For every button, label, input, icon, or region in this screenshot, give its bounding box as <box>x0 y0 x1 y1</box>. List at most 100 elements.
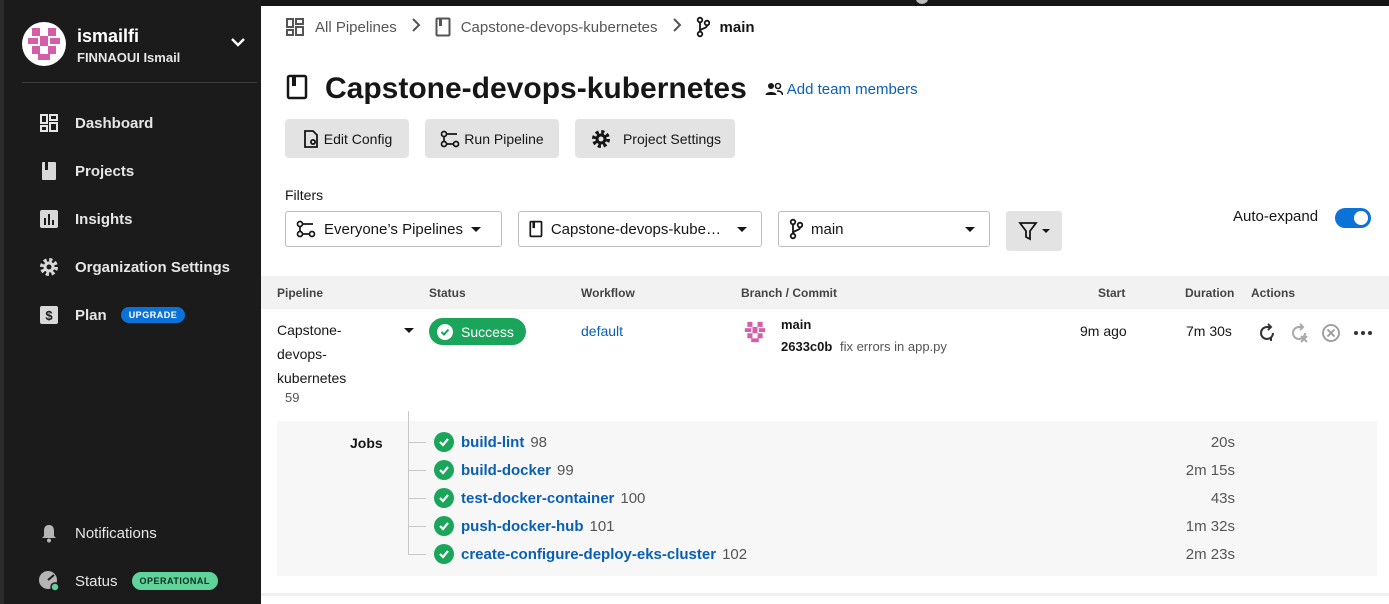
job-link[interactable]: build-lint 98 <box>461 434 547 451</box>
run-pipeline-label: Run Pipeline <box>464 130 544 147</box>
branch-icon <box>789 218 803 240</box>
sidebar-item-status[interactable]: Status OPERATIONAL <box>38 567 258 595</box>
top-strip-dot <box>916 0 928 4</box>
sidebar-item-insights[interactable]: Insights <box>38 205 258 233</box>
job-row: push-docker-hub 101 1m 32s <box>408 516 1238 536</box>
success-check-icon <box>434 432 454 452</box>
job-name: build-docker <box>461 462 552 479</box>
breadcrumb-project[interactable]: Capstone-devops-kubernetes <box>461 19 658 36</box>
success-check-icon <box>434 488 454 508</box>
sidebar-item-notifications[interactable]: Notifications <box>38 519 258 547</box>
sidebar-item-label: Plan <box>75 306 107 324</box>
caret-down-icon <box>965 227 975 232</box>
operational-badge[interactable]: OPERATIONAL <box>131 572 218 590</box>
pipeline-duration: 7m 30s <box>1186 323 1232 339</box>
page-header: Capstone-devops-kubernetes Add team memb… <box>285 72 918 106</box>
pipeline-name[interactable]: Capstone- devops- kubernetes <box>277 318 346 390</box>
project-icon <box>285 73 309 106</box>
more-options-icon[interactable] <box>1352 322 1374 344</box>
chevron-down-icon[interactable] <box>228 32 248 52</box>
bell-icon <box>38 522 60 544</box>
sidebar-item-organization-settings[interactable]: Organization Settings <box>38 253 258 281</box>
commit-message: fix errors in app.py <box>839 339 947 354</box>
add-team-members-link[interactable]: Add team members <box>765 81 918 98</box>
file-gear-icon <box>303 129 318 148</box>
job-row: build-docker 99 2m 15s <box>408 460 1238 480</box>
user-switcher[interactable]: ismailfi FINNAOUI Ismail <box>22 22 256 74</box>
job-number: 99 <box>557 462 574 479</box>
tree-connector <box>408 554 426 555</box>
status-label: Success <box>461 323 514 340</box>
job-row: create-configure-deploy-eks-cluster 102 2… <box>408 544 1238 564</box>
rerun-failed-icon[interactable] <box>1288 322 1310 344</box>
job-number: 102 <box>722 546 748 563</box>
dollar-icon: $ <box>38 304 60 326</box>
pipelines-filter-value: Everyone’s Pipelines <box>324 220 463 238</box>
breadcrumb-all-pipelines[interactable]: All Pipelines <box>315 19 397 36</box>
sidebar-item-label: Insights <box>75 210 133 228</box>
job-number: 100 <box>620 490 646 507</box>
col-actions: Actions <box>1251 286 1296 300</box>
pipelines-filter-select[interactable]: Everyone’s Pipelines <box>285 211 502 247</box>
upgrade-badge[interactable]: UPGRADE <box>120 307 186 323</box>
col-duration: Duration <box>1185 286 1235 300</box>
job-number: 98 <box>530 434 547 451</box>
project-settings-button[interactable]: Project Settings <box>575 119 735 158</box>
pipelines-table-header: Pipeline Status Workflow Branch / Commit… <box>261 276 1389 309</box>
jobs-label: Jobs <box>350 435 383 451</box>
project-filter-select[interactable]: Capstone-devops-kubernetes <box>518 211 762 247</box>
funnel-icon <box>1018 222 1038 241</box>
sidebar-item-dashboard[interactable]: Dashboard <box>38 109 258 137</box>
username: ismailfi <box>77 26 140 46</box>
job-name: create-configure-deploy-eks-cluster <box>461 546 717 563</box>
project-filter-value: Capstone-devops-kubernetes <box>550 220 721 238</box>
sidebar-divider <box>22 82 257 83</box>
avatar <box>22 22 66 66</box>
run-pipeline-button[interactable]: Run Pipeline <box>425 119 559 158</box>
job-link[interactable]: test-docker-container 100 <box>461 490 645 507</box>
sidebar-item-plan[interactable]: $ Plan UPGRADE <box>38 301 258 329</box>
job-link[interactable]: push-docker-hub 101 <box>461 518 615 535</box>
col-workflow: Workflow <box>581 286 635 300</box>
chevron-right-icon <box>672 18 682 36</box>
projects-icon <box>38 160 60 182</box>
success-check-icon <box>434 516 454 536</box>
commit-hash[interactable]: 2633c0b <box>781 339 832 354</box>
branch-name: main <box>781 317 812 332</box>
tree-connector <box>408 498 426 499</box>
auto-expand-toggle[interactable] <box>1335 208 1371 228</box>
pipelines-icon <box>285 17 305 37</box>
people-icon <box>765 82 783 96</box>
sidebar-item-projects[interactable]: Projects <box>38 157 258 185</box>
job-name: test-docker-container <box>461 490 615 507</box>
workflow-link[interactable]: default <box>581 323 623 339</box>
job-row: test-docker-container 100 43s <box>408 488 1238 508</box>
status-badge[interactable]: Success <box>429 318 526 345</box>
branch-filter-select[interactable]: main <box>778 211 990 247</box>
col-pipeline: Pipeline <box>277 286 324 300</box>
caret-down-icon[interactable] <box>404 328 414 333</box>
rerun-icon[interactable] <box>1256 322 1278 344</box>
pipeline-start: 9m ago <box>1080 323 1127 339</box>
advanced-filter-button[interactable] <box>1006 211 1062 251</box>
job-link[interactable]: create-configure-deploy-eks-cluster 102 <box>461 546 747 563</box>
dashboard-icon <box>38 112 60 134</box>
gear-icon <box>38 256 60 278</box>
edit-config-button[interactable]: Edit Config <box>285 119 409 158</box>
success-check-icon <box>434 544 454 564</box>
project-settings-label: Project Settings <box>622 130 722 147</box>
tree-connector <box>408 470 426 471</box>
project-icon <box>529 220 543 238</box>
job-link[interactable]: build-docker 99 <box>461 462 574 479</box>
cancel-icon[interactable] <box>1320 322 1342 344</box>
pipeline-number: 59 <box>285 390 300 405</box>
chevron-right-icon <box>411 18 421 36</box>
job-name: build-lint <box>461 434 525 451</box>
commit-info: 2633c0b fix errors in app.py <box>781 339 947 354</box>
sidebar-item-label: Status <box>75 572 118 590</box>
job-duration: 20s <box>1210 434 1235 451</box>
success-check-icon <box>434 460 454 480</box>
top-strip <box>261 0 1389 6</box>
tree-connector <box>408 442 426 443</box>
sidebar-item-label: Dashboard <box>75 114 154 132</box>
